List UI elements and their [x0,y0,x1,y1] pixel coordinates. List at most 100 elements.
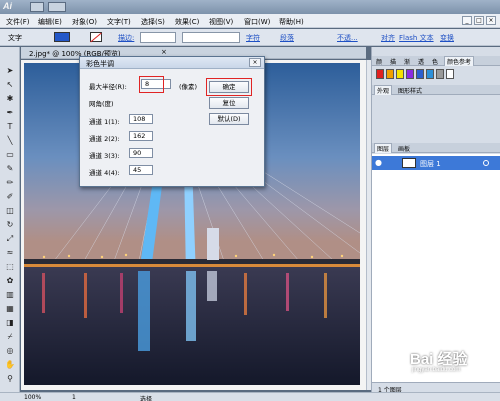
eyedropper-tool-icon[interactable]: ⌿ [4,331,16,342]
tab-color[interactable]: 颜 [374,57,384,66]
tab-transparency[interactable]: 透 [416,57,426,66]
pencil-tool-icon[interactable]: ✏ [4,177,16,188]
watermark-url: jingyan.baidu.com [412,367,461,373]
stroke-weight-field[interactable] [140,32,176,43]
arrange-documents-button[interactable] [48,2,66,12]
watermark-brand: Bai 经验 [410,351,468,368]
tab-color-guide[interactable]: 颜色参考 [444,56,475,66]
menu-select[interactable]: 选择(S) [141,17,165,27]
line-tool-icon[interactable]: ╲ [4,135,16,146]
direct-selection-tool-icon[interactable]: ↖ [4,79,16,90]
scale-tool-icon[interactable]: ⤢ [4,233,16,244]
tab-gradient[interactable]: 渐 [402,57,412,66]
mesh-tool-icon[interactable]: ▦ [4,303,16,314]
swatch-red[interactable] [376,69,384,79]
menu-view[interactable]: 视图(V) [209,17,233,27]
menu-file[interactable]: 文件(F) [6,17,30,27]
channel-3-input[interactable]: 90 [129,148,153,158]
tab-stroke[interactable]: 描 [388,57,398,66]
swatch-gray[interactable] [436,69,444,79]
menu-edit[interactable]: 编辑(E) [38,17,62,27]
tools-panel: ➤ ↖ ✱ ✒ T ╲ ▭ ✎ ✏ ✐ ◫ ↻ ⤢ ≈ ⬚ ✿ ▥ ▦ ◨ ⌿ … [0,47,20,393]
layer-target-icon[interactable] [483,160,489,166]
flash-text-link[interactable]: Flash 文本 [399,33,434,43]
channel-3-label: 通道 3(3): [89,152,120,160]
max-radius-label: 最大半径(R): [89,83,127,91]
ctrl-type-label: 文字 [8,34,22,42]
layer-row[interactable]: ● 图层 1 [372,156,500,170]
blob-brush-tool-icon[interactable]: ✐ [4,191,16,202]
rotate-tool-icon[interactable]: ↻ [4,219,16,230]
tab-appearance[interactable]: 外观 [374,85,393,95]
swatch-blue[interactable] [416,69,424,79]
fill-color-swatch[interactable] [54,32,70,42]
tab-swatches[interactable]: 色 [430,57,440,66]
default-button[interactable]: 默认(D) [209,113,249,125]
free-transform-tool-icon[interactable]: ⬚ [4,261,16,272]
blend-tool-icon[interactable]: ◎ [4,345,16,356]
transform-link[interactable]: 变换 [440,33,454,43]
channel-4-label: 通道 4(4): [89,169,120,177]
selection-tool-icon[interactable]: ➤ [4,65,16,76]
column-graph-tool-icon[interactable]: ▥ [4,289,16,300]
ok-button[interactable]: 确定 [209,81,249,93]
dialog-close-icon[interactable]: × [249,58,261,67]
menu-object[interactable]: 对象(O) [72,17,97,27]
zoom-level-field[interactable]: 100% [24,394,41,401]
paragraph-link[interactable]: 段落 [280,33,294,43]
maximize-icon[interactable]: □ [474,16,484,25]
layers-panel-tabs: 图层 画板 [372,143,500,153]
gradient-tool-icon[interactable]: ◨ [4,317,16,328]
character-link[interactable]: 字符 [246,33,260,43]
right-panel-dock: 颜 描 渐 透 色 颜色参考 外观 图形样式 图层 画板 ● 图层 1 1 个图… [371,47,500,394]
zoom-tool-icon[interactable]: ⚲ [4,373,16,384]
stroke-color-swatch[interactable] [90,32,102,42]
control-bar: 文字 描边: 字符 段落 不透... 对齐 Flash 文本 变换 [0,29,500,46]
channel-4-input[interactable]: 45 [129,165,153,175]
menu-effect[interactable]: 效果(C) [175,17,199,27]
magic-wand-tool-icon[interactable]: ✱ [4,93,16,104]
tab-graphic-styles[interactable]: 图形样式 [396,86,424,95]
swatch-white[interactable] [446,69,454,79]
pen-tool-icon[interactable]: ✒ [4,107,16,118]
symbol-sprayer-tool-icon[interactable]: ✿ [4,275,16,286]
menu-window[interactable]: 窗口(W) [244,17,270,27]
channel-1-input[interactable]: 108 [129,114,153,124]
swatch-purple[interactable] [406,69,414,79]
bridge-button[interactable] [30,2,44,12]
warp-tool-icon[interactable]: ≈ [4,247,16,258]
minimize-icon[interactable]: _ [462,16,472,25]
reset-button[interactable]: 复位 [209,97,249,109]
paintbrush-tool-icon[interactable]: ✎ [4,163,16,174]
type-tool-icon[interactable]: T [4,121,16,132]
artboard-number-field[interactable]: 1 [72,394,76,401]
screen-angle-label: 网角(度) [89,100,114,108]
channel-1-label: 通道 1(1): [89,118,120,126]
menu-type[interactable]: 文字(T) [107,17,131,27]
layer-name: 图层 1 [420,160,441,168]
current-tool-status[interactable]: 选择 [140,394,152,401]
document-close-icon[interactable]: × [161,48,167,56]
title-bar: Ai [0,0,500,14]
font-family-field[interactable] [182,32,240,43]
menu-help[interactable]: 帮助(H) [279,17,304,27]
visibility-eye-icon[interactable]: ● [375,158,383,167]
channel-2-input[interactable]: 162 [129,131,153,141]
color-panel-tabs: 颜 描 渐 透 色 颜色参考 [372,56,500,66]
close-icon[interactable]: × [486,16,496,25]
stroke-link[interactable]: 描边: [118,33,134,43]
unit-label: (像素) [179,83,198,91]
swatch-cyan[interactable] [426,69,434,79]
rectangle-tool-icon[interactable]: ▭ [4,149,16,160]
opacity-link[interactable]: 不透... [337,33,358,43]
eraser-tool-icon[interactable]: ◫ [4,205,16,216]
tab-layers[interactable]: 图层 [374,143,393,153]
align-link[interactable]: 对齐 [381,33,395,43]
window-controls: _ □ × [462,16,496,25]
dialog-title-bar: 彩色半调 × [80,57,264,69]
max-radius-input[interactable]: 8 [141,79,171,89]
swatch-yellow[interactable] [396,69,404,79]
hand-tool-icon[interactable]: ✋ [4,359,16,370]
tab-artboards[interactable]: 画板 [396,144,412,153]
swatch-orange[interactable] [386,69,394,79]
